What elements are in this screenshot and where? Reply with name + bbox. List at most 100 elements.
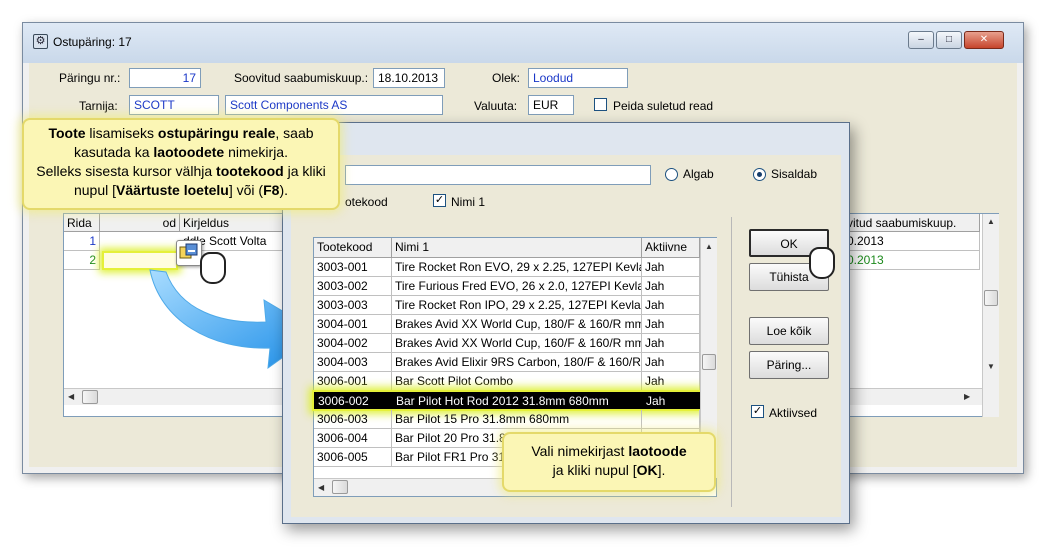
callout-bold: ostupäringu reale — [157, 125, 276, 141]
item-active: Jah — [642, 258, 700, 277]
selected-item-active: Jah — [646, 394, 666, 408]
list-scroll-up-icon[interactable]: ▲ — [701, 242, 717, 251]
soovitud-label: Soovitud saabumiskuup.: — [234, 71, 369, 85]
selected-list-item[interactable]: 3006-002 Bar Pilot Hot Rod 2012 31.8mm 6… — [312, 390, 702, 411]
title-bar: ⚙ Ostupäring: 17 – □ ✕ — [23, 23, 1023, 63]
grid-vertical-scrollbar[interactable]: ▲ ▼ — [982, 214, 999, 417]
peida-checkbox[interactable] — [594, 98, 607, 111]
aktiivsed-checkbox[interactable]: ✓ — [751, 405, 764, 418]
app-gear-icon: ⚙ — [33, 34, 48, 49]
olek-field[interactable]: Loodud — [528, 68, 628, 88]
dialog-search-input[interactable] — [345, 165, 651, 185]
nimi1-checkbox[interactable]: ✓ — [433, 194, 446, 207]
paring-button[interactable]: Päring... — [749, 351, 829, 379]
scroll-right-icon[interactable]: ▶ — [964, 392, 970, 401]
list-item[interactable]: 3003-003 Tire Rocket Ron IPO, 29 x 2.25,… — [314, 296, 700, 315]
callout-text: ] või ( — [228, 182, 264, 198]
divider — [731, 217, 732, 507]
minimize-button[interactable]: – — [908, 31, 934, 49]
col-saabumine[interactable]: vitud saabumiskuup. — [844, 214, 980, 232]
tarnija-label: Tarnija: — [79, 99, 118, 113]
scroll-down-icon[interactable]: ▼ — [983, 362, 999, 371]
item-name: Tire Furious Fred EVO, 26 x 2.0, 127EPI … — [392, 277, 642, 296]
row1-date: 0.2013 — [844, 232, 980, 251]
callout-text: ]. — [657, 462, 666, 478]
item-name: Tire Rocket Ron IPO, 29 x 2.25, 127EPI K… — [392, 296, 642, 315]
maximize-button[interactable]: □ — [936, 31, 962, 49]
paringu-field[interactable]: 17 — [129, 68, 201, 88]
callout-text: Vali nimekirjast — [531, 443, 629, 459]
loe-koik-button[interactable]: Loe kõik — [749, 317, 829, 345]
item-code: 3006-005 — [314, 448, 392, 467]
callout-bold: tootekood — [216, 163, 284, 179]
aktiivsed-label: Aktiivsed — [769, 406, 818, 420]
callout-text: Selleks sisesta kursor välhja — [36, 163, 217, 179]
item-active: Jah — [642, 334, 700, 353]
item-name: Brakes Avid Elixir 9RS Carbon, 180/F & 1… — [392, 353, 642, 372]
item-code: 3004-001 — [314, 315, 392, 334]
item-code: 3006-001 — [314, 372, 392, 391]
window-title: Ostupäring: 17 — [53, 35, 132, 49]
list-item[interactable]: 3006-003 Bar Pilot 15 Pro 31.8mm 680mm — [314, 410, 700, 429]
scroll-thumb[interactable] — [984, 290, 998, 306]
list-scroll-thumb[interactable] — [702, 354, 716, 370]
row2-rida: 2 — [64, 251, 100, 270]
list-item[interactable]: 3004-002 Brakes Avid XX World Cup, 160/F… — [314, 334, 700, 353]
col-nimi1[interactable]: Nimi 1 — [392, 238, 642, 258]
valuuta-label: Valuuta: — [474, 99, 518, 113]
list-item[interactable]: 3004-003 Brakes Avid Elixir 9RS Carbon, … — [314, 353, 700, 372]
list-item[interactable]: 3006-001 Bar Scott Pilot Combo Jah — [314, 372, 700, 391]
item-code: 3003-002 — [314, 277, 392, 296]
callout-bold: OK — [636, 462, 658, 478]
radio-algab[interactable] — [665, 168, 678, 181]
item-name: Bar Pilot 15 Pro 31.8mm 680mm — [392, 410, 642, 429]
tarnija-name-field[interactable]: Scott Components AS — [225, 95, 443, 115]
scroll-left-icon[interactable]: ◀ — [68, 392, 74, 401]
col-kood[interactable]: od — [100, 214, 180, 232]
item-code: 3003-003 — [314, 296, 392, 315]
item-code: 3006-004 — [314, 429, 392, 448]
selected-item-name: Bar Pilot Hot Rod 2012 31.8mm 680mm — [396, 394, 609, 408]
col-aktiivne[interactable]: Aktiivne — [642, 238, 700, 258]
close-button[interactable]: ✕ — [964, 31, 1004, 49]
scroll-up-icon[interactable]: ▲ — [983, 217, 999, 226]
peida-label: Peida suletud read — [613, 99, 714, 113]
item-name: Brakes Avid XX World Cup, 160/F & 160/R … — [392, 334, 642, 353]
valuuta-field[interactable]: EUR — [528, 95, 574, 115]
item-code: 3004-002 — [314, 334, 392, 353]
callout-bold: F8 — [263, 182, 280, 198]
item-name: Tire Rocket Ron EVO, 29 x 2.25, 127EPI K… — [392, 258, 642, 277]
item-code: 3004-003 — [314, 353, 392, 372]
instruction-callout-bottom: Vali nimekirjast laotoode ja kliki nupul… — [502, 432, 716, 492]
col-rida[interactable]: Rida — [64, 214, 100, 232]
soovitud-field[interactable]: 18.10.2013 — [373, 68, 445, 88]
list-item[interactable]: 3003-002 Tire Furious Fred EVO, 26 x 2.0… — [314, 277, 700, 296]
callout-text: lisamiseks — [85, 125, 158, 141]
hscroll-thumb[interactable] — [82, 390, 98, 404]
list-item[interactable]: 3004-001 Brakes Avid XX World Cup, 180/F… — [314, 315, 700, 334]
item-active — [642, 410, 700, 429]
tarnija-code-field[interactable]: SCOTT — [129, 95, 219, 115]
radio-sisaldab-label: Sisaldab — [771, 167, 818, 181]
item-active: Jah — [642, 372, 700, 391]
col-kirjeldus[interactable]: Kirjeldus — [180, 214, 290, 232]
ok-pointer-hand-icon — [809, 247, 835, 279]
list-item[interactable]: 3003-001 Tire Rocket Ron EVO, 29 x 2.25,… — [314, 258, 700, 277]
callout-text: ja kliki nupul [ — [552, 462, 637, 478]
col-tootekood[interactable]: Tootekood — [314, 238, 392, 258]
list-hscroll-thumb[interactable] — [332, 480, 348, 494]
tootekood-filter-label: otekood — [345, 195, 388, 209]
item-name: Brakes Avid XX World Cup, 180/F & 160/R … — [392, 315, 642, 334]
radio-sisaldab[interactable] — [753, 168, 766, 181]
callout-bold: laotoodete — [153, 144, 225, 160]
row1-rida: 1 — [64, 232, 100, 251]
radio-algab-label: Algab — [683, 167, 714, 181]
nimi1-label: Nimi 1 — [451, 195, 486, 209]
instruction-callout-top: Toote lisamiseks ostupäringu reale, saab… — [22, 118, 340, 210]
item-active: Jah — [642, 296, 700, 315]
item-active: Jah — [642, 277, 700, 296]
callout-bold: laotoode — [628, 443, 687, 459]
olek-label: Olek: — [492, 71, 521, 85]
list-scroll-left-icon[interactable]: ◀ — [318, 483, 324, 492]
callout-bold: Väärtuste loetelu — [116, 182, 229, 198]
